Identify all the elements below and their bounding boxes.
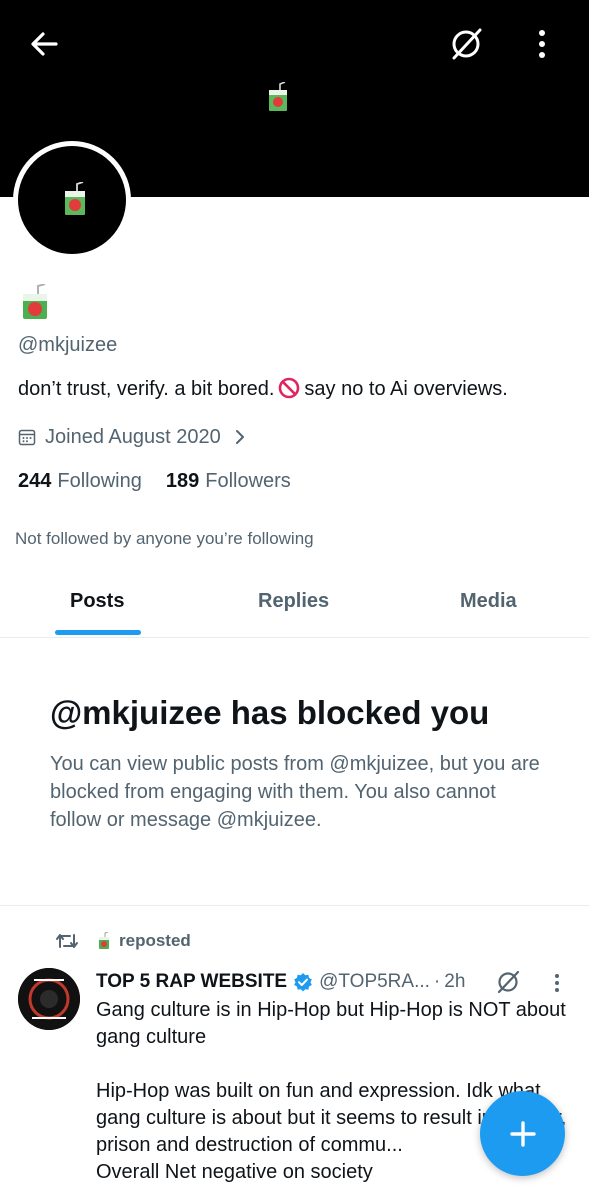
following-label: Following bbox=[57, 470, 142, 492]
profile-tabs: Posts Replies Media bbox=[0, 578, 589, 638]
tab-replies[interactable]: Replies bbox=[258, 590, 329, 613]
joined-date[interactable]: Joined August 2020 bbox=[18, 424, 247, 450]
more-vertical-icon[interactable] bbox=[530, 26, 554, 62]
followers-label: Followers bbox=[205, 470, 291, 492]
bio-text-start: don’t trust, verify. a bit bored. bbox=[18, 378, 275, 400]
juice-box-emoji-icon bbox=[269, 82, 287, 111]
followers-count: 189 bbox=[165, 470, 200, 492]
bio-text-end: say no to Ai overviews. bbox=[304, 378, 508, 400]
post-more-icon[interactable] bbox=[552, 972, 562, 994]
tab-posts[interactable]: Posts bbox=[70, 590, 124, 613]
top5-logo-icon bbox=[18, 968, 80, 1030]
followers-link[interactable]: 189 Followers bbox=[166, 470, 291, 493]
plus-icon bbox=[509, 1120, 536, 1147]
post-author-avatar[interactable] bbox=[18, 968, 80, 1030]
post-timestamp: 2h bbox=[444, 971, 466, 992]
following-count: 244 bbox=[18, 470, 52, 492]
grok-icon[interactable] bbox=[446, 24, 486, 64]
verified-badge-icon bbox=[294, 973, 312, 992]
post-header: TOP 5 RAP WEBSITE @TOP5RA... · 2h bbox=[96, 968, 465, 996]
compose-button[interactable] bbox=[480, 1091, 565, 1176]
juice-box-emoji-icon bbox=[99, 932, 109, 949]
blocked-title: @mkjuizee has blocked you bbox=[50, 694, 490, 731]
calendar-icon bbox=[18, 429, 36, 446]
follow-counts: 244 Following 189 Followers bbox=[18, 470, 291, 493]
repost-icon bbox=[56, 934, 78, 948]
profile-handle: @mkjuizee bbox=[18, 334, 118, 356]
blocked-body: You can view public posts from @mkjuizee… bbox=[50, 753, 540, 831]
display-name-juice-emoji-icon bbox=[23, 284, 47, 319]
post-author-handle: @TOP5RA... bbox=[319, 971, 430, 992]
following-link[interactable]: 244 Following bbox=[18, 470, 142, 493]
repost-label: reposted bbox=[119, 931, 191, 950]
prohibited-emoji-icon bbox=[279, 377, 300, 399]
active-tab-indicator bbox=[55, 630, 141, 635]
joined-label: Joined August 2020 bbox=[45, 425, 221, 448]
profile-avatar[interactable] bbox=[13, 141, 131, 259]
post-author-name[interactable]: TOP 5 RAP WEBSITE bbox=[96, 971, 287, 993]
grok-icon[interactable] bbox=[494, 968, 522, 996]
chevron-right-icon bbox=[235, 430, 244, 444]
back-arrow-icon[interactable] bbox=[26, 26, 62, 62]
profile-bio: don’t trust, verify. a bit bored. say no… bbox=[18, 377, 508, 401]
not-followed-notice: Not followed by anyone you’re following bbox=[15, 529, 314, 548]
post-separator: · bbox=[433, 971, 441, 992]
repost-context[interactable]: reposted bbox=[54, 928, 191, 954]
section-divider bbox=[0, 905, 589, 906]
juice-box-emoji-icon bbox=[65, 182, 85, 215]
tab-media[interactable]: Media bbox=[460, 590, 517, 613]
